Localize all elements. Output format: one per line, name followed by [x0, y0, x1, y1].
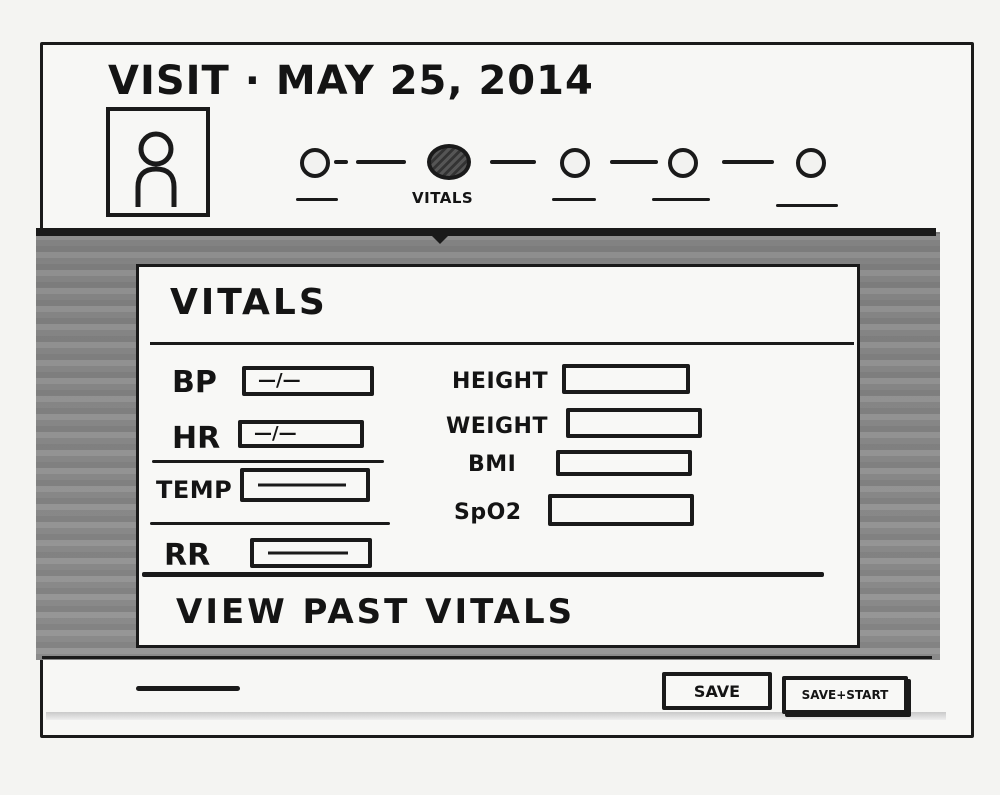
field-divider — [152, 460, 384, 463]
step-4-dot[interactable] — [668, 148, 698, 178]
bmi-label: BMI — [468, 452, 517, 477]
section-divider — [36, 228, 936, 236]
footer-link[interactable] — [136, 686, 240, 691]
user-icon — [135, 131, 177, 207]
temp-input[interactable] — [240, 468, 370, 502]
step-5-dot[interactable] — [796, 148, 826, 178]
page-title: VISIT · MAY 25, 2014 — [108, 58, 594, 104]
bmi-input[interactable] — [556, 450, 692, 476]
step-3-dot[interactable] — [560, 148, 590, 178]
save-and-start-button[interactable]: SAVE+START — [782, 676, 908, 714]
spo2-input[interactable] — [548, 494, 694, 526]
step-connector — [490, 160, 536, 164]
step-2-label: VITALS — [412, 189, 474, 207]
bp-input-hint: —/— — [258, 370, 301, 391]
card-footer-divider — [142, 572, 824, 577]
step-1-label — [296, 198, 338, 201]
step-connector — [722, 160, 774, 164]
hr-label: HR — [172, 421, 221, 456]
bp-input[interactable]: —/— — [242, 366, 374, 396]
temp-label: TEMP — [156, 476, 233, 504]
hr-input[interactable]: —/— — [238, 420, 364, 448]
save-button[interactable]: SAVE — [662, 672, 772, 710]
field-divider — [150, 522, 390, 525]
vitals-card-title: VITALS — [170, 282, 328, 323]
rr-input[interactable] — [250, 538, 372, 568]
card-header-divider — [150, 342, 854, 345]
rr-label: RR — [164, 538, 211, 573]
step-connector — [334, 160, 348, 164]
bp-label: BP — [172, 365, 217, 400]
step-5-label — [776, 204, 838, 207]
step-connector — [610, 160, 658, 164]
view-past-vitals-link[interactable]: VIEW PAST VITALS — [176, 592, 575, 632]
active-step-pointer — [430, 234, 450, 244]
weight-input[interactable] — [566, 408, 702, 438]
footer-divider — [42, 656, 932, 659]
height-label: HEIGHT — [452, 369, 549, 394]
weight-label: WEIGHT — [446, 414, 548, 439]
step-4-label — [652, 198, 710, 201]
height-input[interactable] — [562, 364, 690, 394]
step-connector — [356, 160, 406, 164]
hr-input-hint: —/— — [254, 423, 297, 444]
step-2-dot-active[interactable] — [427, 144, 471, 180]
step-1-dot[interactable] — [300, 148, 330, 178]
patient-avatar[interactable] — [106, 107, 210, 217]
spo2-label: SpO2 — [454, 500, 522, 525]
step-3-label — [552, 198, 596, 201]
temp-input-placeholder — [258, 483, 346, 487]
rr-input-placeholder — [268, 551, 348, 555]
